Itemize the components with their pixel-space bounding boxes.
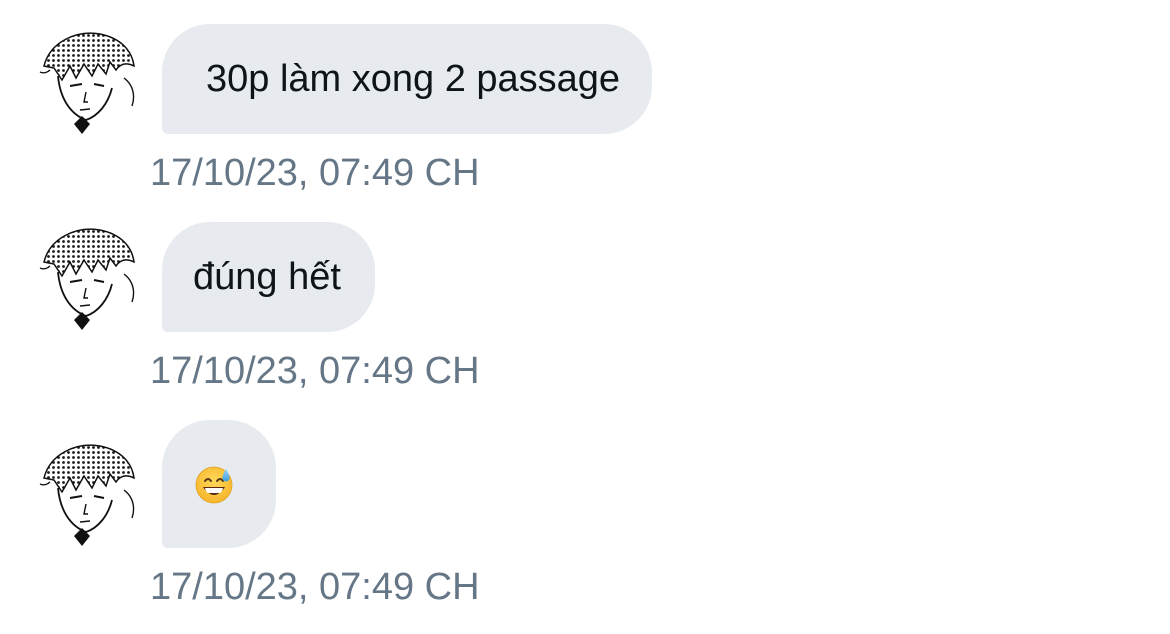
message-text: 30p làm xong 2 passage	[206, 58, 621, 100]
message-timestamp: 17/10/23, 07:49 CH	[150, 152, 480, 194]
message-timestamp: 17/10/23, 07:49 CH	[150, 350, 480, 392]
avatar[interactable]	[36, 28, 142, 134]
grinning-face-with-sweat-icon	[193, 463, 235, 505]
message-bubble[interactable]: đúng hết	[162, 222, 375, 332]
message-thread: 30p làm xong 2 passage 17/10/23, 07:49 C…	[0, 0, 1170, 634]
message-bubble[interactable]: 30p làm xong 2 passage	[162, 24, 653, 134]
message-timestamp: 17/10/23, 07:49 CH	[150, 566, 480, 608]
avatar[interactable]	[36, 440, 142, 546]
avatar-manga-portrait-icon	[39, 32, 135, 134]
message-text: đúng hết	[193, 256, 341, 298]
avatar-manga-portrait-icon	[39, 228, 135, 330]
message-bubble[interactable]	[162, 420, 276, 548]
avatar[interactable]	[36, 224, 142, 330]
avatar-manga-portrait-icon	[39, 444, 135, 546]
